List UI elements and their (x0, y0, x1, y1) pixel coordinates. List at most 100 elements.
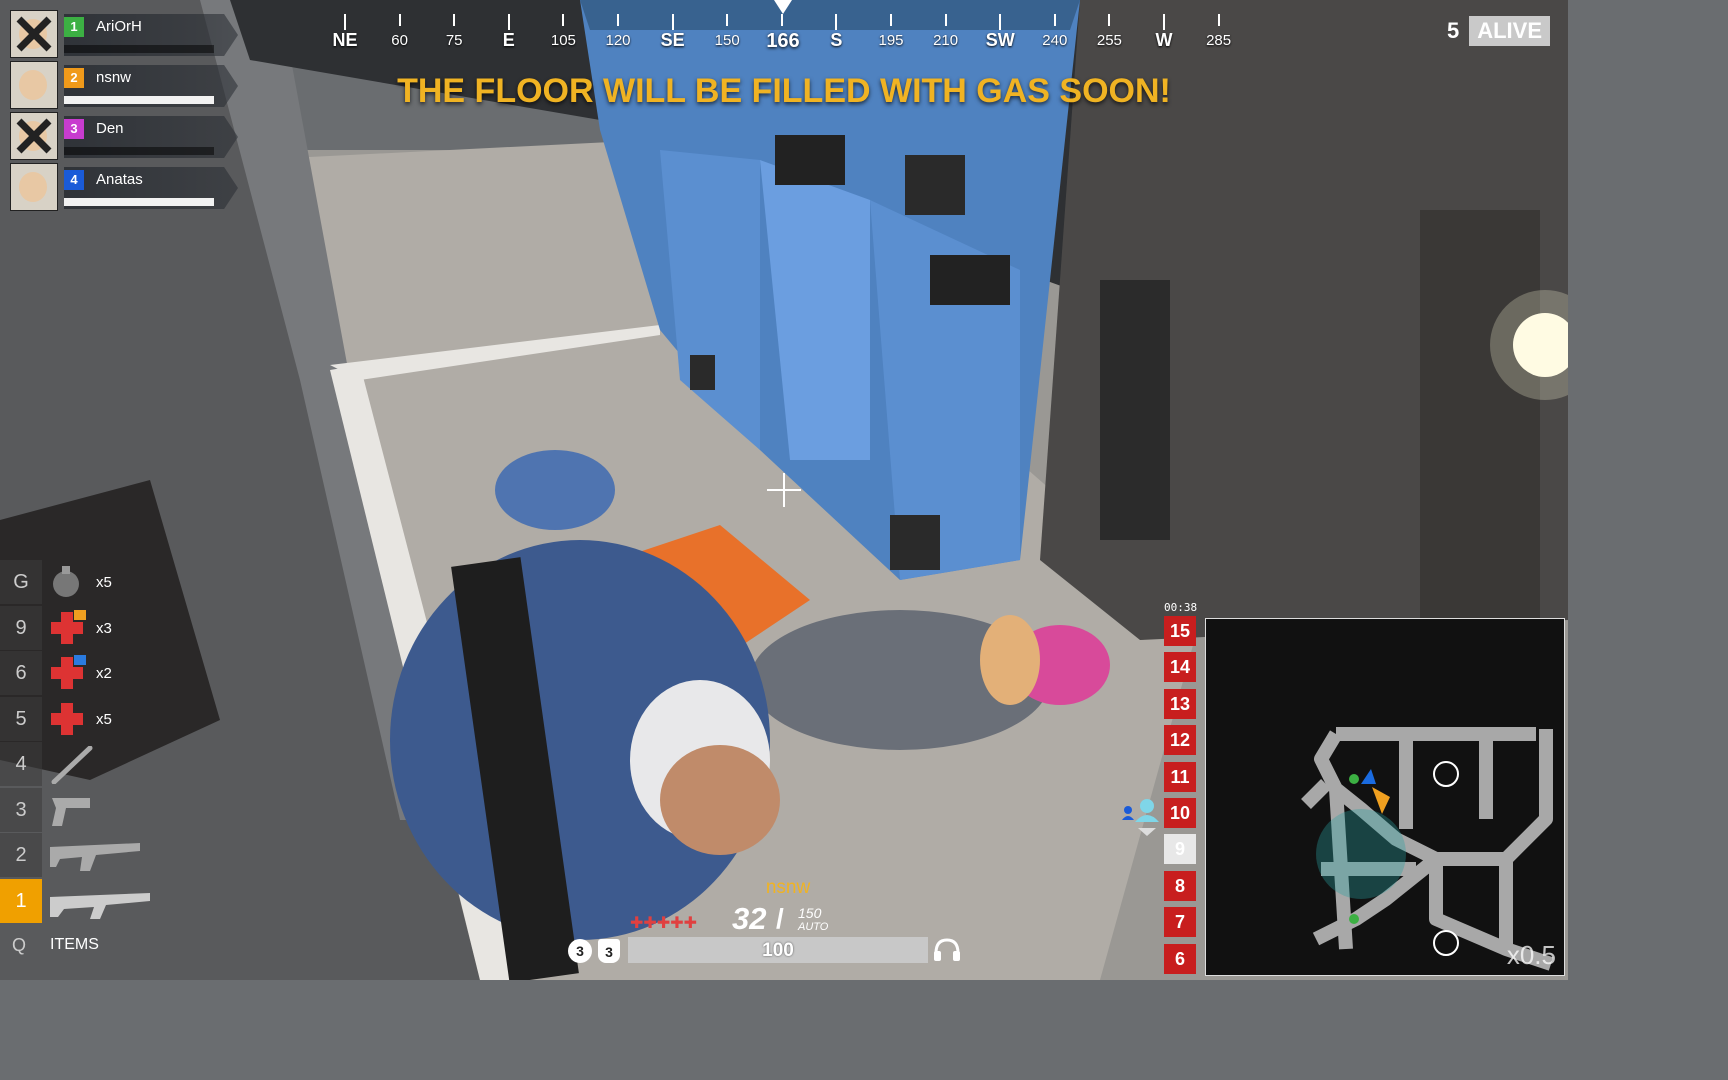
inventory-slot-6[interactable]: 6 x2 (0, 651, 190, 695)
floor-8: 8 (1164, 870, 1196, 901)
compass-label: 285 (1206, 32, 1232, 49)
compass-tick (1108, 14, 1111, 26)
first-aid-icon (51, 702, 83, 735)
compass-tick (344, 14, 346, 30)
compass-label: SE (660, 30, 685, 50)
compass-label: 105 (550, 32, 576, 49)
heading-marker-icon (774, 0, 792, 14)
compass-tick (617, 14, 619, 26)
floor-9: 9 (1164, 834, 1196, 865)
inventory-slot-1[interactable]: 1 (0, 878, 190, 923)
floor-12: 12 (1164, 725, 1196, 756)
compass-label: S (830, 30, 843, 50)
compass-label: 210 (933, 32, 959, 49)
compass-label: NE (332, 30, 358, 50)
member-slot-badge: 3 (64, 119, 84, 139)
health-value: 100 (762, 940, 794, 961)
floor-11: 11 (1164, 761, 1196, 792)
inventory-slot-5[interactable]: 5 x5 (0, 696, 190, 741)
floor-6: 6 (1164, 943, 1196, 974)
slot-count: x3 (96, 619, 112, 637)
bandage-icon (51, 655, 86, 689)
compass-tick (1217, 14, 1220, 26)
inventory-slot-2[interactable]: 2 (0, 833, 190, 877)
member-health-bar (64, 45, 214, 53)
compass-tick (944, 14, 947, 26)
compass-label: 255 (1096, 32, 1122, 49)
compass-label: 120 (605, 32, 631, 49)
bat-icon (51, 746, 93, 784)
items-hotkey: Q (12, 935, 27, 955)
rifle-icon (50, 892, 150, 919)
compass-tick (562, 14, 565, 26)
slot-hotkey: 5 (0, 696, 42, 741)
squad-member-1: 1 AriOrH (10, 10, 240, 60)
alive-counter: 5 ALIVE (1447, 14, 1550, 48)
ammo-separator: / (776, 903, 784, 934)
squad-member-4: 4 Anatas (10, 163, 240, 213)
compass-label: SW (985, 30, 1015, 50)
ammo-reserve: 150 (798, 905, 822, 921)
member-avatar (10, 163, 58, 211)
slot-hotkey: 6 (0, 651, 42, 695)
member-info: 1 AriOrH (64, 14, 238, 56)
compass-tick (507, 14, 510, 30)
gas-warning-banner: THE FLOOR WILL BE FILLED WITH GAS SOON! (397, 72, 1171, 110)
member-health-bar (64, 198, 214, 206)
alive-count: 5 (1446, 18, 1460, 43)
compass-label: 240 (1042, 32, 1068, 49)
player-name: nsnw (765, 877, 811, 898)
slot-hotkey: 2 (0, 833, 42, 877)
floor-14: 14 (1164, 652, 1196, 683)
member-info: 3 Den (64, 116, 238, 158)
medkit-icon (51, 609, 86, 644)
squad-panel: 1 AriOrH 2 nsnw 3 Den 4 Anatas (10, 10, 240, 214)
compass-tick (1163, 14, 1165, 30)
inventory-slot-3[interactable]: 3 (0, 787, 190, 832)
inventory-slot-9[interactable]: 9 x3 (0, 605, 190, 650)
player-status-hud: nsnw ✚✚✚✚✚ 32 / 150 AUTO 3 3 100 (560, 875, 980, 975)
compass-label: 195 (878, 32, 904, 49)
alive-label: ALIVE (1469, 16, 1550, 46)
minimap-zoom: x0.5 (1506, 940, 1556, 970)
headset-icon (934, 938, 960, 961)
vest-level-badge: 3 (598, 939, 620, 963)
compass-tick (890, 14, 892, 26)
member-slot-badge: 1 (64, 17, 84, 37)
eliminated-icon (16, 118, 52, 154)
floor-10: 10 (1164, 798, 1196, 828)
member-avatar (10, 112, 58, 160)
compass-label: 150 (714, 32, 740, 49)
minimap[interactable]: x0.5 (1205, 618, 1565, 976)
items-label: ITEMS (50, 936, 99, 953)
inventory-slot-G[interactable]: Gx5 (0, 560, 190, 604)
slot-hotkey: 4 (0, 742, 42, 786)
items-button[interactable]: Q ITEMS (0, 927, 200, 963)
member-slot-badge: 4 (64, 170, 84, 190)
compass-tick (726, 14, 729, 26)
fire-mode: AUTO (798, 921, 829, 933)
slot-count: x5 (96, 574, 112, 591)
compass-tick (999, 14, 1002, 30)
member-health-bar (64, 147, 214, 155)
floor-13: 13 (1164, 688, 1196, 719)
compass-label: E (502, 30, 515, 50)
health-bar: 100 (628, 937, 928, 963)
compass-tick (671, 14, 674, 30)
floor-7: 7 (1164, 907, 1196, 938)
floor-gas-timer: 00:38 (1164, 601, 1198, 614)
compass-tick (1053, 14, 1056, 26)
crosshair-icon (767, 473, 801, 507)
compass-tick (780, 14, 783, 26)
player-location-icon (1122, 799, 1159, 836)
slot-hotkey: 3 (0, 787, 42, 832)
avatar-face-icon (19, 172, 47, 202)
slot-hotkey: 1 (0, 878, 42, 923)
inventory-slot-4[interactable]: 4 (0, 742, 190, 786)
slot-count: x5 (96, 710, 112, 728)
compass-heading: 166 (766, 30, 800, 52)
compass-tick (453, 14, 456, 26)
slot-hotkey: 9 (0, 605, 42, 650)
member-info: 4 Anatas (64, 167, 238, 209)
helmet-level-badge: 3 (568, 939, 592, 963)
